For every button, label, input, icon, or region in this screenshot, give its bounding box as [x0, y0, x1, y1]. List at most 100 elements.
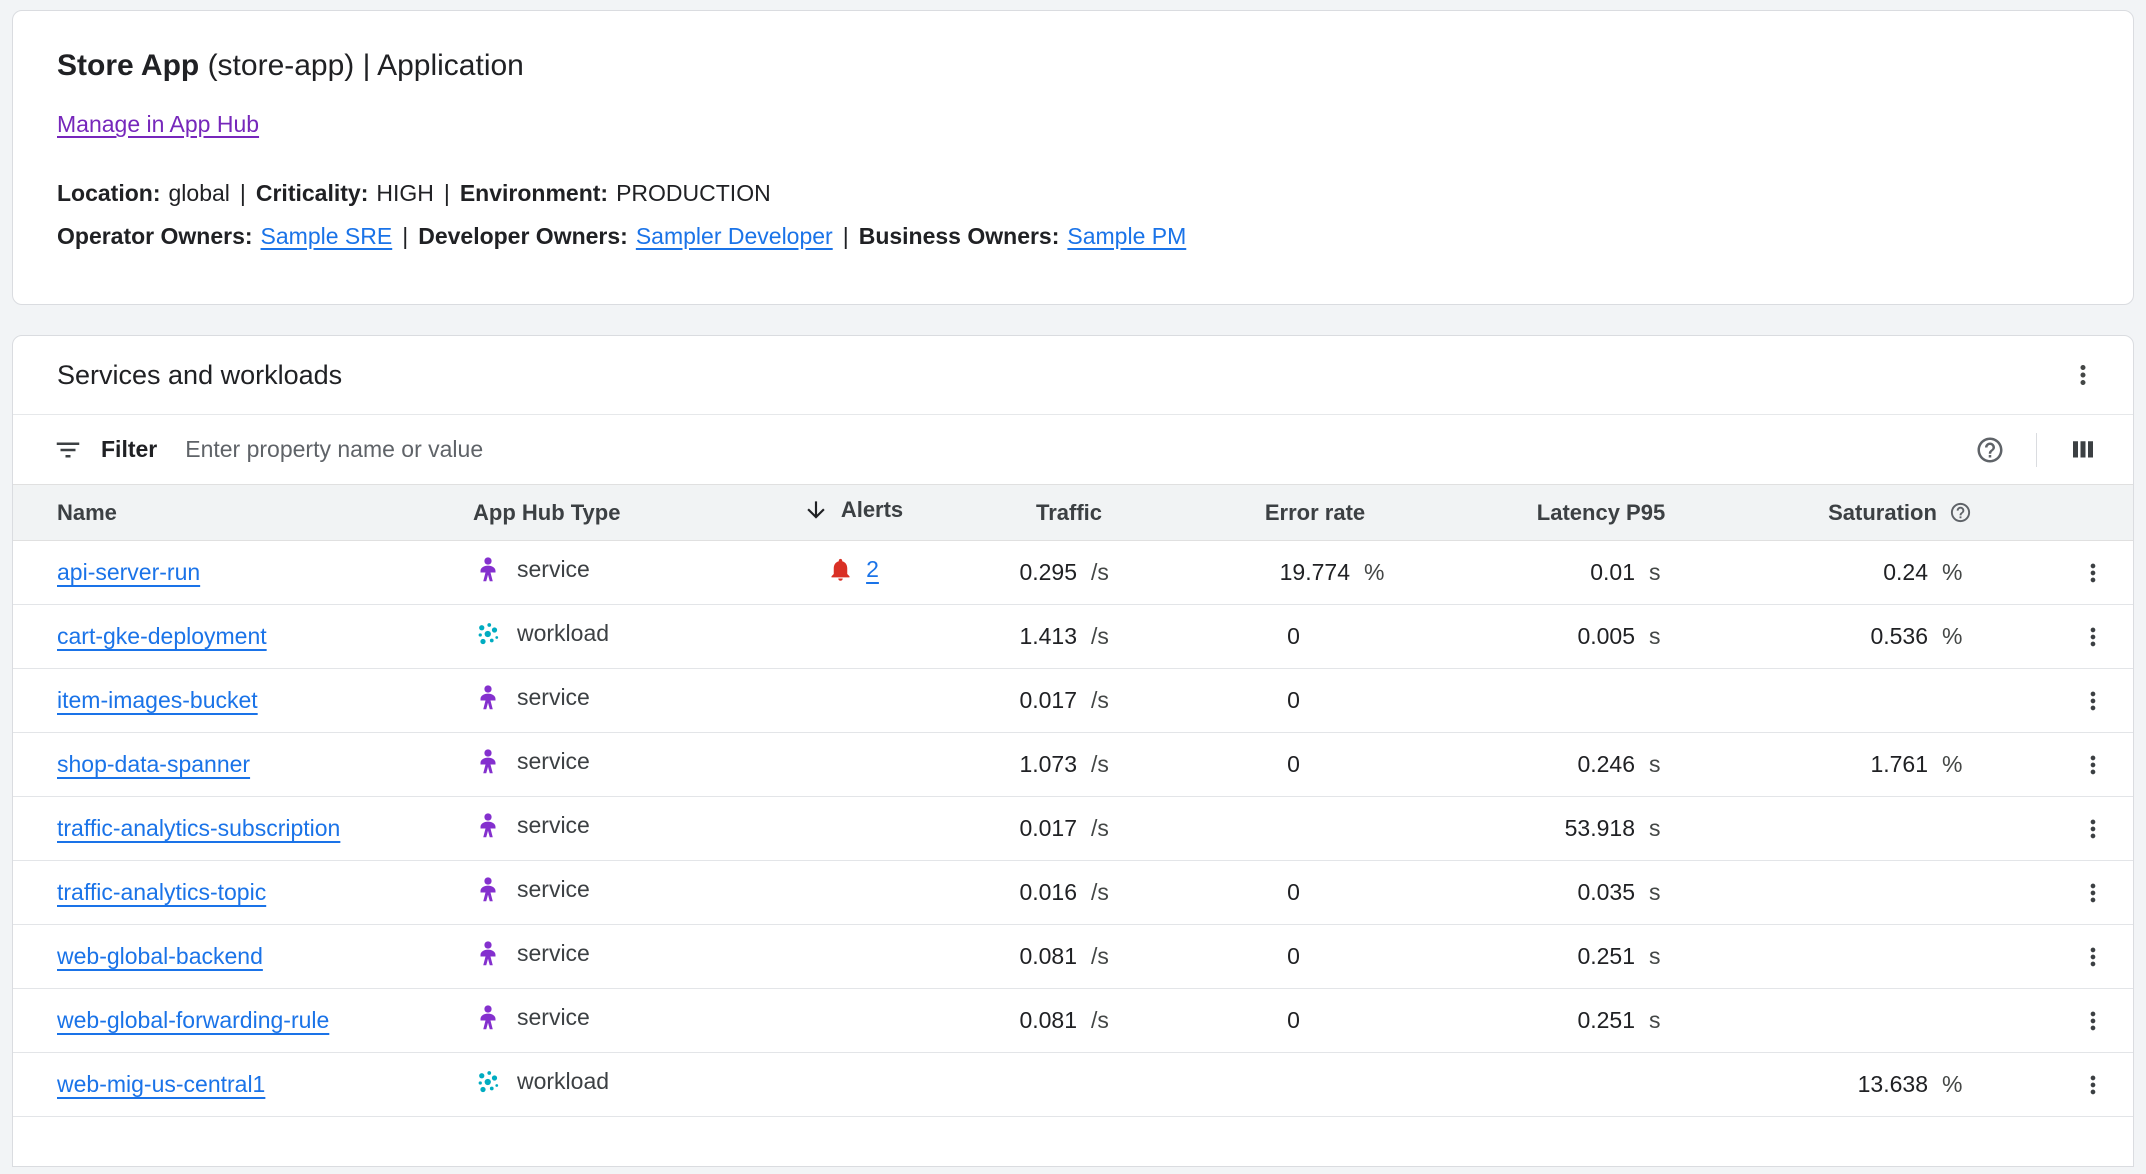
- operator-owner-link[interactable]: Sample SRE: [261, 223, 393, 249]
- row-traffic-value: 0.017: [963, 815, 1077, 842]
- filter-bar: Filter: [13, 414, 2133, 484]
- app-metadata-line-1: Location:global|Criticality:HIGH|Environ…: [57, 172, 2089, 215]
- row-alerts-count[interactable]: 2: [866, 556, 879, 583]
- row-menu-button[interactable]: [2071, 679, 2115, 723]
- service-icon: [473, 811, 503, 841]
- row-saturation-value: 13.638: [1747, 1071, 1928, 1098]
- row-traffic-value: 0.016: [963, 879, 1077, 906]
- column-header-app-hub-type[interactable]: App Hub Type: [433, 485, 743, 541]
- alert-bell-icon: [827, 556, 854, 583]
- service-icon: [473, 875, 503, 905]
- separator: |: [843, 223, 849, 249]
- row-type-label: service: [517, 556, 590, 583]
- row-traffic-value: 0.081: [963, 1007, 1077, 1034]
- saturation-header-label: Saturation: [1828, 500, 1937, 526]
- filter-icon: [53, 435, 83, 465]
- app-hub-type-cell: service: [473, 811, 590, 841]
- help-icon: [1975, 435, 2005, 465]
- more-vert-icon: [2079, 879, 2107, 907]
- row-error-value: 0: [1175, 751, 1412, 778]
- column-header-error-rate[interactable]: Error rate: [1175, 485, 1455, 541]
- panel-menu-button[interactable]: [2059, 351, 2107, 399]
- column-header-saturation[interactable]: Saturation: [1747, 485, 2053, 541]
- column-header-alerts[interactable]: Alerts: [743, 485, 963, 541]
- row-latency-unit: s: [1649, 943, 1697, 970]
- row-traffic-value: 1.073: [963, 751, 1077, 778]
- row-error-value: 0: [1175, 623, 1412, 650]
- separator: |: [444, 180, 450, 206]
- column-header-name[interactable]: Name: [13, 485, 433, 541]
- row-menu-button[interactable]: [2071, 743, 2115, 787]
- row-latency-value: 0.035: [1455, 879, 1635, 906]
- row-traffic-unit: /s: [1091, 559, 1139, 586]
- row-latency-unit: s: [1649, 623, 1697, 650]
- row-type-label: service: [517, 876, 590, 903]
- row-saturation-value: 1.761: [1747, 751, 1928, 778]
- table-row: web-global-forwarding-rule service 0.081…: [13, 989, 2133, 1053]
- more-vert-icon: [2079, 943, 2107, 971]
- row-saturation-value: 0.24: [1747, 559, 1928, 586]
- developer-owners-label: Developer Owners:: [418, 223, 628, 249]
- app-hub-type-cell: workload: [473, 1067, 609, 1097]
- table-row: item-images-bucket service 0.017/s 0: [13, 669, 2133, 733]
- row-name-link[interactable]: traffic-analytics-subscription: [57, 815, 340, 841]
- criticality-value: HIGH: [376, 180, 434, 206]
- services-table-head: Name App Hub Type Alerts Traffic Error r…: [13, 485, 2133, 541]
- filter-input[interactable]: [185, 436, 1948, 463]
- more-vert-icon: [2079, 687, 2107, 715]
- row-menu-button[interactable]: [2071, 551, 2115, 595]
- row-name-link[interactable]: item-images-bucket: [57, 687, 258, 713]
- row-name-link[interactable]: web-global-backend: [57, 943, 263, 969]
- sort-descending-icon: [803, 497, 829, 523]
- separator: |: [402, 223, 408, 249]
- more-vert-icon: [2068, 360, 2098, 390]
- service-icon: [473, 747, 503, 777]
- row-name-link[interactable]: web-mig-us-central1: [57, 1071, 265, 1097]
- more-vert-icon: [2079, 1071, 2107, 1099]
- saturation-help-icon[interactable]: [1949, 501, 1972, 524]
- column-header-traffic[interactable]: Traffic: [963, 485, 1175, 541]
- row-name-link[interactable]: web-global-forwarding-rule: [57, 1007, 329, 1033]
- row-latency-unit: s: [1649, 559, 1697, 586]
- row-saturation-unit: %: [1942, 623, 1990, 650]
- manage-in-app-hub-link[interactable]: Manage in App Hub: [57, 111, 259, 138]
- app-hub-type-cell: workload: [473, 619, 609, 649]
- developer-owner-link[interactable]: Sampler Developer: [636, 223, 833, 249]
- row-traffic-unit: /s: [1091, 943, 1139, 970]
- row-type-label: service: [517, 748, 590, 775]
- services-table: Name App Hub Type Alerts Traffic Error r…: [13, 484, 2133, 1117]
- row-menu-button[interactable]: [2071, 615, 2115, 659]
- row-alerts: 2: [827, 556, 879, 583]
- row-latency-unit: s: [1649, 1007, 1697, 1034]
- table-row: traffic-analytics-topic service 0.016/s: [13, 861, 2133, 925]
- alerts-header-label: Alerts: [841, 497, 903, 523]
- service-icon: [473, 683, 503, 713]
- row-menu-button[interactable]: [2071, 1063, 2115, 1107]
- row-error-value: 0: [1175, 943, 1412, 970]
- row-name-link[interactable]: api-server-run: [57, 559, 200, 585]
- filter-help-button[interactable]: [1966, 426, 2014, 474]
- app-hub-type-cell: service: [473, 683, 590, 713]
- column-header-latency-p95[interactable]: Latency P95: [1455, 485, 1747, 541]
- row-name-link[interactable]: cart-gke-deployment: [57, 623, 267, 649]
- row-error-value: 0: [1175, 879, 1412, 906]
- app-header-card: Store App (store-app) | Application Mana…: [12, 10, 2134, 305]
- row-latency-value: 0.005: [1455, 623, 1635, 650]
- row-menu-button[interactable]: [2071, 935, 2115, 979]
- row-error-value: 0: [1175, 1007, 1412, 1034]
- header-row: Name App Hub Type Alerts Traffic Error r…: [13, 485, 2133, 541]
- row-name-link[interactable]: traffic-analytics-topic: [57, 879, 266, 905]
- row-menu-button[interactable]: [2071, 999, 2115, 1043]
- service-icon: [473, 555, 503, 585]
- app-title-suffix: (store-app) | Application: [199, 49, 524, 82]
- app-hub-type-cell: service: [473, 939, 590, 969]
- services-table-body: api-server-run service 2 0.295/s 19.774%: [13, 541, 2133, 1117]
- app-metadata: Location:global|Criticality:HIGH|Environ…: [57, 172, 2089, 258]
- row-menu-button[interactable]: [2071, 807, 2115, 851]
- row-menu-button[interactable]: [2071, 871, 2115, 915]
- services-panel-title: Services and workloads: [57, 360, 342, 391]
- column-display-button[interactable]: [2059, 426, 2107, 474]
- business-owner-link[interactable]: Sample PM: [1067, 223, 1186, 249]
- row-name-link[interactable]: shop-data-spanner: [57, 751, 250, 777]
- row-traffic-unit: /s: [1091, 815, 1139, 842]
